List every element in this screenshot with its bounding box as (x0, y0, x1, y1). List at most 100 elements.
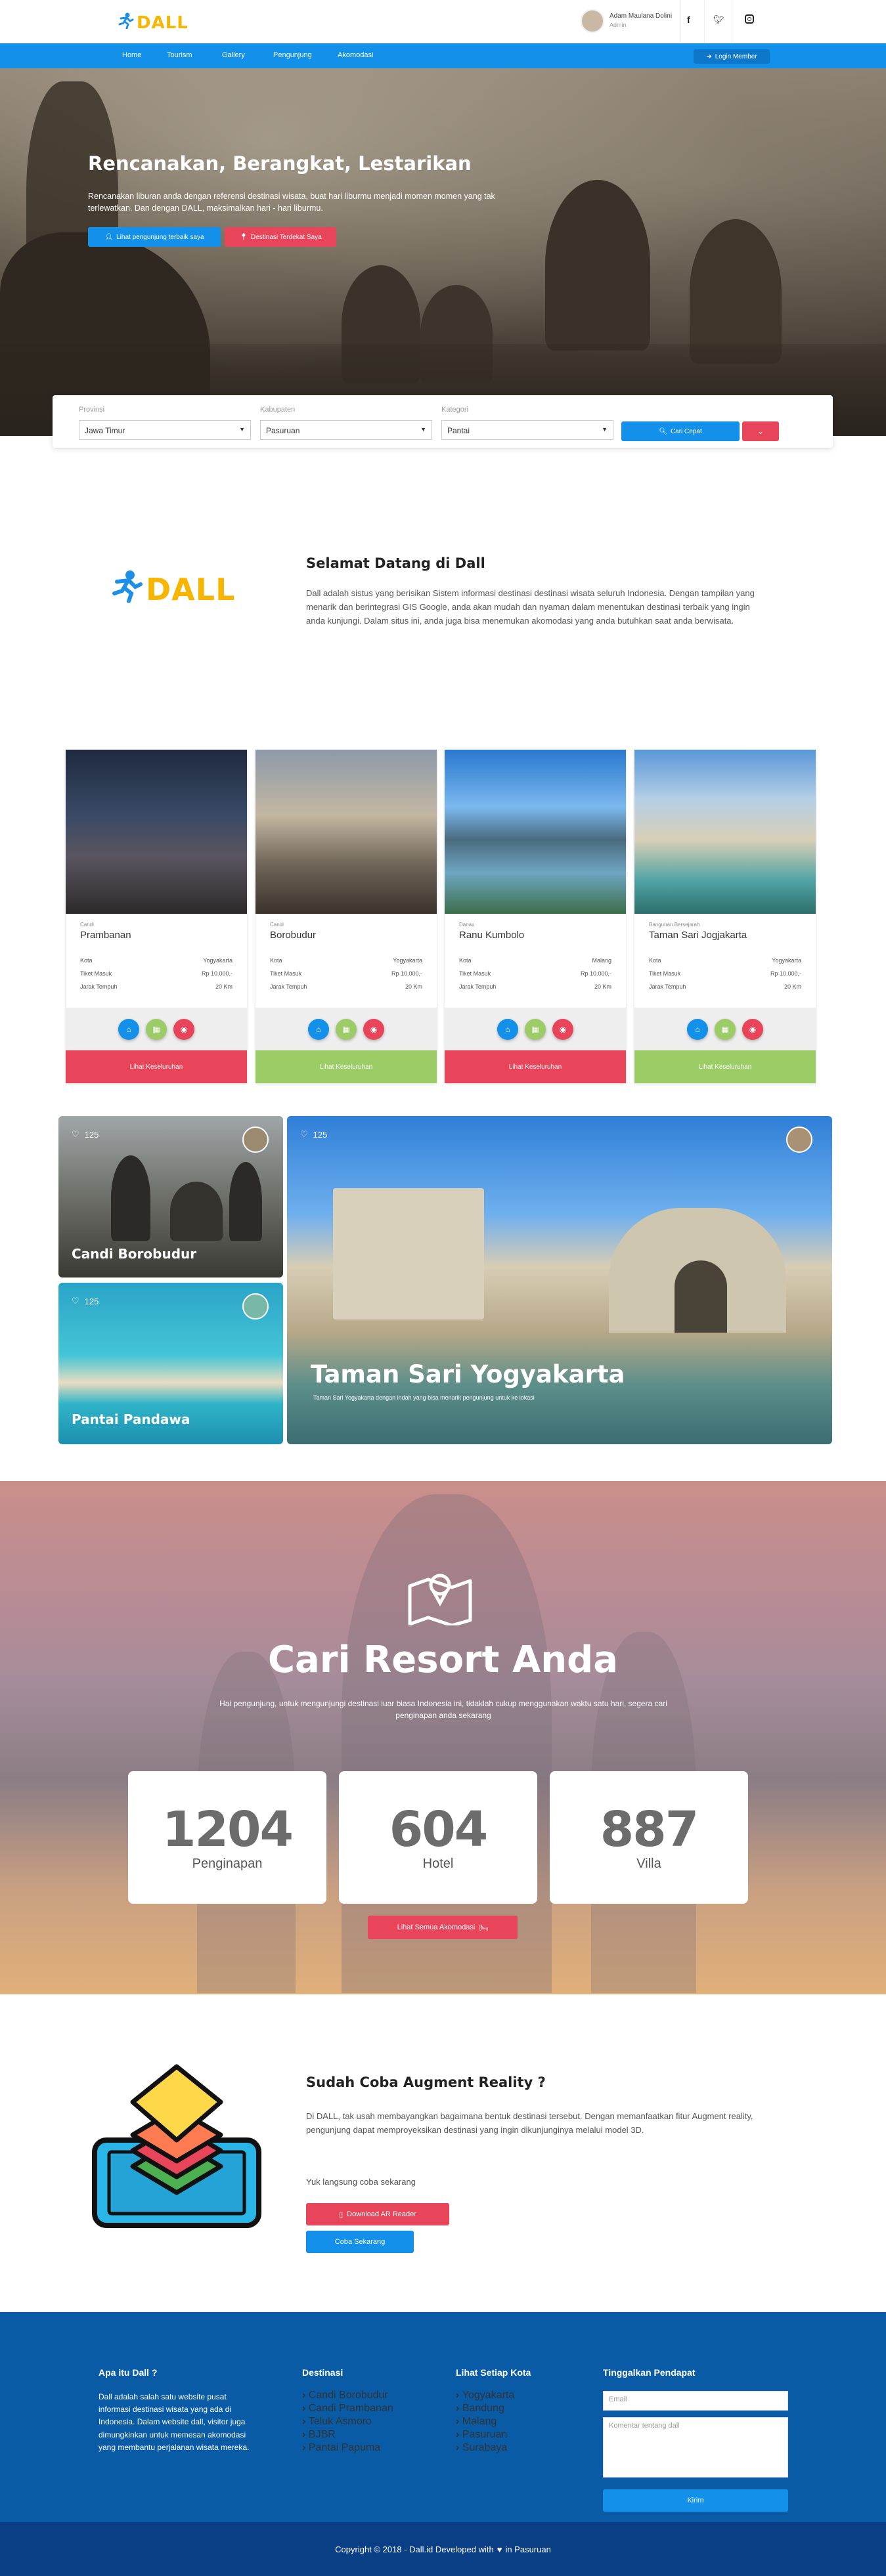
gallery-tile-pandawa[interactable]: ♡ 125 Pantai Pandawa (58, 1283, 283, 1444)
row-label: Kota (80, 957, 93, 964)
footer-link[interactable]: › Candi Borobudur (302, 2390, 388, 2401)
user-role: Admin (609, 22, 627, 28)
nav-tourism[interactable]: Tourism (167, 51, 192, 59)
login-button[interactable]: ➔ Login Member (694, 49, 770, 64)
map-icon[interactable]: ▦ (715, 1019, 736, 1040)
category-select[interactable]: Pantai ▼ (441, 420, 613, 440)
row-label: Kota (459, 957, 472, 964)
chevron-right-icon: › (456, 2390, 462, 2401)
stat-label: Penginapan (192, 1857, 263, 1871)
view-all-button[interactable]: Lihat Keseluruhan (445, 1050, 626, 1083)
regency-select[interactable]: Pasuruan ▼ (260, 420, 432, 440)
instagram-icon[interactable] (745, 14, 754, 24)
home-icon[interactable]: ⌂ (308, 1019, 329, 1040)
download-ar-button[interactable]: ▯ Download AR Reader (306, 2203, 449, 2225)
gallery-tile-tamansari[interactable]: ♡ 125 Taman Sari Yogyakarta Taman Sari Yo… (287, 1116, 832, 1444)
expand-filter-button[interactable]: ⌄ (742, 421, 779, 441)
view-all-button[interactable]: Lihat Keseluruhan (66, 1050, 247, 1083)
quick-search-button[interactable]: 🔍︎ Cari Cepat (621, 421, 740, 441)
avatar[interactable] (242, 1293, 269, 1320)
view-all-button[interactable]: Lihat Keseluruhan (255, 1050, 437, 1083)
chevron-right-icon: › (302, 2416, 309, 2427)
camera-icon[interactable]: ◉ (742, 1019, 763, 1040)
nav-home[interactable]: Home (122, 51, 141, 59)
destination-image[interactable] (255, 750, 437, 914)
footer-link[interactable]: › BJBR (302, 2429, 336, 2441)
avatar[interactable] (786, 1127, 812, 1153)
facebook-icon[interactable]: f (687, 14, 690, 25)
footer-about-text: Dall adalah salah satu website pusat inf… (99, 2392, 250, 2452)
row-value: Yogyakarta (772, 957, 801, 964)
nearest-destination-button[interactable]: 📍︎ Destinasi Terdekat Saya (225, 227, 336, 247)
nav-gallery[interactable]: Gallery (222, 51, 245, 59)
footer-link[interactable]: › Pasuruan (456, 2429, 507, 2441)
gallery-title: Pantai Pandawa (72, 1411, 190, 1427)
footer-link[interactable]: › Malang (456, 2416, 497, 2428)
footer-about-title: Apa itu Dall ? (99, 2367, 158, 2378)
stupa-silhouette (229, 1162, 262, 1241)
stat-card-hotel: 604 Hotel (339, 1771, 537, 1904)
stupa-silhouette (690, 219, 782, 364)
avatar[interactable] (581, 9, 604, 33)
view-all-accommodation-button[interactable]: Lihat Semua Akomodasi 🛏︎ (368, 1916, 518, 1939)
home-icon[interactable]: ⌂ (118, 1019, 139, 1040)
camera-icon[interactable]: ◉ (173, 1019, 194, 1040)
nav-akomodasi[interactable]: Akomodasi (338, 51, 373, 59)
login-icon: ➔ (706, 53, 712, 60)
footer-link[interactable]: › Teluk Asmoro (302, 2416, 372, 2428)
send-button[interactable]: Kirim (603, 2489, 788, 2512)
footer-link[interactable]: › Yogyakarta (456, 2390, 514, 2401)
footer-link-label: BJBR (308, 2429, 336, 2440)
footer-link[interactable]: › Pantai Papuma (302, 2442, 380, 2454)
footer-link[interactable]: › Candi Prambanan (302, 2403, 393, 2415)
row-value: Malang (592, 957, 611, 964)
map-icon[interactable]: ▦ (336, 1019, 357, 1040)
province-select[interactable]: Jawa Timur ▼ (79, 420, 251, 440)
jarak-row: Jarak Tempuh 20 Km (270, 983, 422, 990)
destination-image[interactable] (634, 750, 816, 914)
row-label: Tiket Masuk (459, 970, 491, 977)
kota-row: Kota Yogyakarta (270, 957, 422, 964)
destination-image[interactable] (445, 750, 626, 914)
camera-icon[interactable]: ◉ (363, 1019, 384, 1040)
site-logo[interactable]: DALL (117, 12, 188, 33)
row-value: Rp 10.000,- (580, 970, 611, 977)
twitter-icon[interactable]: 🐦︎ (713, 14, 724, 25)
row-label: Tiket Masuk (270, 970, 302, 977)
destination-name: Ranu Kumbolo (459, 930, 525, 941)
hero-text: Rencanakan liburan anda dengan referensi… (88, 192, 495, 213)
camera-icon[interactable]: ◉ (552, 1019, 573, 1040)
home-icon[interactable]: ⌂ (687, 1019, 708, 1040)
view-all-button[interactable]: Lihat Keseluruhan (634, 1050, 816, 1083)
map-icon[interactable]: ▦ (146, 1019, 167, 1040)
best-visitors-button[interactable]: 👤︎ Lihat pengunjung terbaik saya (88, 227, 221, 247)
stat-label: Villa (636, 1857, 661, 1871)
footer-link[interactable]: › Bandung (456, 2403, 504, 2415)
copyright-text: Copyright © 2018 - Dall.id Developed wit… (335, 2544, 494, 2554)
resort-title: Cari Resort Anda (267, 1639, 619, 1681)
like-counter[interactable]: ♡ 125 (300, 1129, 327, 1140)
stat-value: 604 (389, 1801, 488, 1858)
kota-row: Kota Malang (459, 957, 611, 964)
footer-link[interactable]: › Surabaya (456, 2442, 507, 2454)
gallery-title: Taman Sari Yogyakarta (311, 1360, 625, 1388)
like-counter[interactable]: ♡ 125 (72, 1129, 99, 1140)
row-label: Tiket Masuk (80, 970, 112, 977)
stat-value: 1204 (162, 1801, 294, 1858)
category-label: Kategori (441, 406, 468, 414)
like-counter[interactable]: ♡ 125 (72, 1296, 99, 1306)
jarak-row: Jarak Tempuh 20 Km (459, 983, 611, 990)
footer-link-label: Candi Borobudur (308, 2390, 388, 2401)
email-field[interactable]: Email (603, 2391, 788, 2411)
destination-image[interactable] (66, 750, 247, 914)
kota-row: Kota Yogyakarta (649, 957, 801, 964)
comment-field[interactable]: Komentar tentang dall (603, 2417, 788, 2478)
map-icon[interactable]: ▦ (525, 1019, 546, 1040)
welcome-title: Selamat Datang di Dall (306, 555, 485, 571)
avatar[interactable] (242, 1127, 269, 1153)
home-icon[interactable]: ⌂ (497, 1019, 518, 1040)
try-ar-button[interactable]: Coba Sekarang (306, 2231, 414, 2253)
nav-pengunjung[interactable]: Pengunjung (273, 51, 312, 59)
gallery-tile-borobudur[interactable]: ♡ 125 Candi Borobudur (58, 1116, 283, 1277)
destination-card-prambanan: Candi Prambanan Kota Yogyakarta Tiket Masuk R… (66, 750, 247, 1083)
